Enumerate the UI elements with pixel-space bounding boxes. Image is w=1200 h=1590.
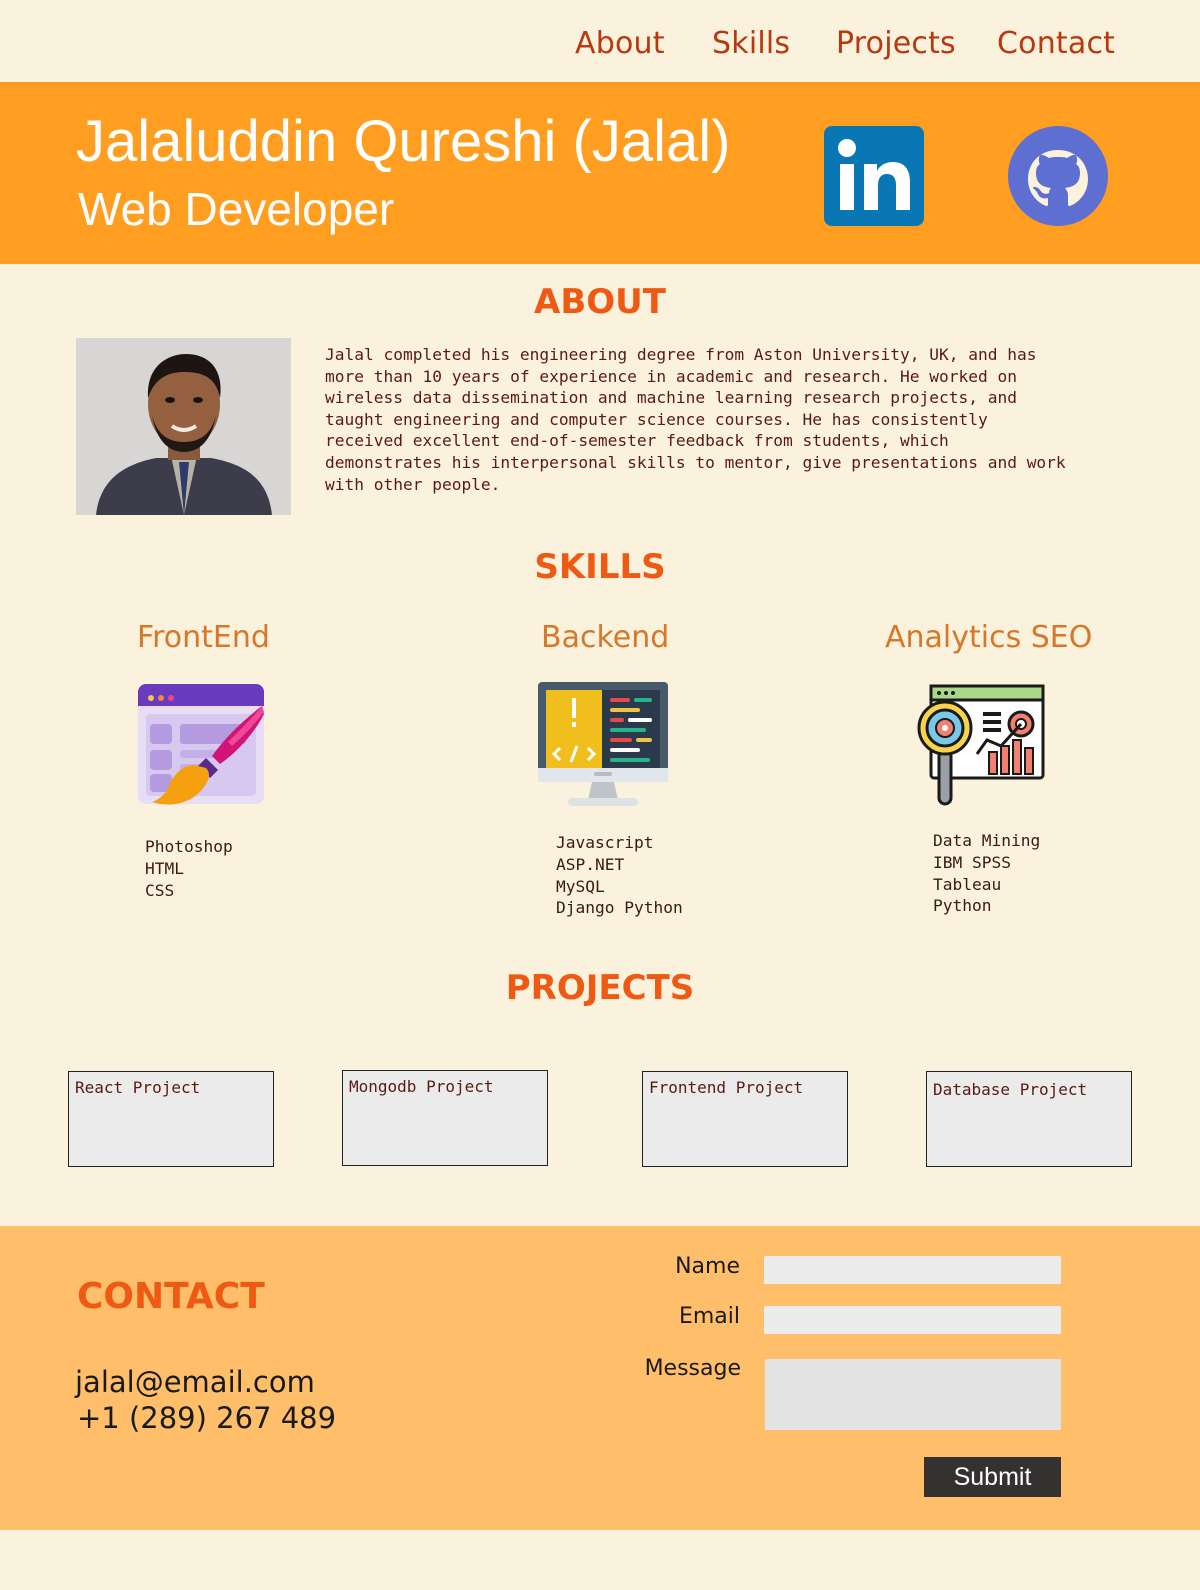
- analytics-magnifier-icon: [917, 684, 1047, 819]
- contact-title: CONTACT: [77, 1276, 265, 1317]
- nav-link-about[interactable]: About: [575, 26, 665, 61]
- skill-item: IBM SPSS: [933, 852, 1011, 872]
- linkedin-icon[interactable]: [824, 126, 924, 226]
- projects-title: PROJECTS: [505, 968, 695, 1008]
- contact-info: jalal@email.com +1 (289) 267 489: [75, 1364, 336, 1436]
- project-card-frontend[interactable]: Frontend Project: [642, 1071, 848, 1167]
- contact-email: jalal@email.com: [75, 1365, 315, 1399]
- skill-item: Tableau: [933, 874, 1002, 894]
- name-field[interactable]: [764, 1256, 1061, 1284]
- skill-list-backend: Javascript ASP.NET MySQL Django Python: [556, 832, 683, 919]
- skill-item: Django Python: [556, 898, 683, 918]
- project-card-mongodb[interactable]: Mongodb Project: [342, 1070, 548, 1166]
- skill-item: Python: [933, 896, 992, 916]
- contact-phone: +1 (289) 267 489: [77, 1401, 337, 1435]
- project-card-label: Mongodb Project: [349, 1077, 494, 1096]
- nav-link-projects[interactable]: Projects: [836, 26, 956, 61]
- about-title: ABOUT: [534, 282, 666, 322]
- profile-role: Web Developer: [78, 183, 395, 235]
- code-monitor-icon: [538, 682, 668, 817]
- nav-link-skills[interactable]: Skills: [712, 26, 790, 61]
- email-field[interactable]: [764, 1306, 1061, 1334]
- skill-list-analytics: Data Mining IBM SPSS Tableau Python: [933, 830, 1040, 917]
- project-card-database[interactable]: Database Project: [926, 1071, 1132, 1167]
- skill-item: CSS: [145, 880, 175, 900]
- name-label: Name: [675, 1254, 740, 1279]
- contact-section: CONTACT jalal@email.com +1 (289) 267 489…: [0, 1226, 1200, 1530]
- skill-list-frontend: Photoshop HTML CSS: [145, 836, 233, 901]
- skill-item: MySQL: [556, 876, 605, 896]
- profile-photo: [76, 338, 291, 515]
- skill-group-title-analytics: Analytics SEO: [885, 620, 1093, 655]
- message-label: Message: [644, 1356, 741, 1381]
- project-card-label: Frontend Project: [649, 1078, 804, 1097]
- project-card-label: React Project: [75, 1078, 201, 1097]
- project-card-label: Database Project: [933, 1080, 1088, 1099]
- skills-title: SKILLS: [534, 547, 666, 587]
- nav-link-contact[interactable]: Contact: [997, 26, 1115, 61]
- skill-item: HTML: [145, 858, 184, 878]
- profile-name: Jalaluddin Qureshi (Jalal): [76, 109, 731, 174]
- header-banner: Jalaluddin Qureshi (Jalal) Web Developer: [0, 82, 1200, 264]
- skill-item: Javascript: [556, 833, 654, 852]
- project-card-react[interactable]: React Project: [68, 1071, 274, 1167]
- skill-item: ASP.NET: [556, 854, 625, 874]
- top-nav: About Skills Projects Contact: [0, 0, 1200, 82]
- message-field[interactable]: [765, 1359, 1061, 1430]
- skill-item: Data Mining: [933, 831, 1041, 850]
- submit-button[interactable]: Submit: [924, 1457, 1061, 1497]
- web-design-brush-icon: [136, 684, 266, 819]
- email-label: Email: [678, 1304, 740, 1329]
- skill-item: Photoshop: [145, 837, 233, 856]
- skill-group-title-backend: Backend: [541, 620, 670, 655]
- skill-group-title-frontend: FrontEnd: [137, 620, 270, 655]
- about-description: Jalal completed his engineering degree f…: [325, 345, 1066, 494]
- github-icon[interactable]: [1008, 126, 1108, 226]
